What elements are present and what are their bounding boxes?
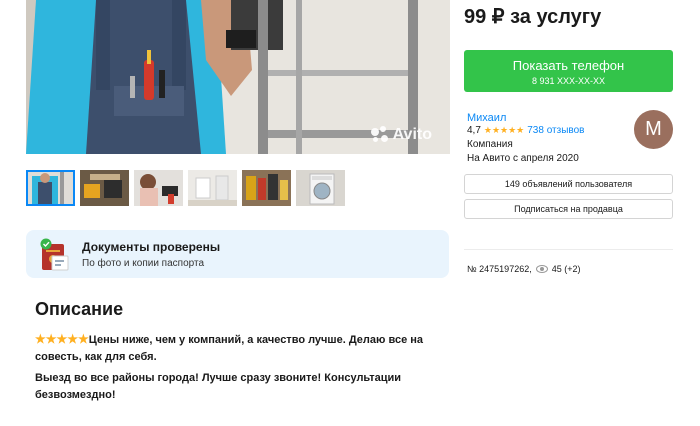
show-phone-button[interactable]: Показать телефон 8 931 XXX-XX-XX [464, 50, 673, 92]
main-photo[interactable]: Avito [26, 0, 450, 154]
seller-since: На Авито с апреля 2020 [467, 153, 579, 164]
show-phone-label: Показать телефон [512, 58, 625, 73]
thumbnail-6[interactable] [296, 170, 345, 206]
stars-rating-icon: ★★★★★ [35, 332, 89, 346]
description-paragraph-1: ★★★★★Цены ниже, чем у компаний, а качест… [35, 331, 435, 366]
divider [464, 249, 673, 250]
reviews-link[interactable]: 738 отзывов [527, 125, 584, 136]
ad-meta: № 2475197262, 45 (+2) [467, 264, 581, 274]
phone-masked: 8 931 XXX-XX-XX [531, 76, 606, 86]
seller-name-link[interactable]: Михаил [467, 112, 506, 124]
avatar[interactable]: М [634, 110, 673, 149]
thumbnail-5[interactable] [242, 170, 291, 206]
description-text-1: Цены ниже, чем у компаний, а качество лу… [35, 334, 424, 363]
rating-value: 4,7 [467, 125, 481, 136]
rating-stars-icon: ★★★★★ [483, 125, 525, 135]
price: 99 ₽ за услугу [464, 6, 602, 28]
avito-watermark: Avito [370, 126, 432, 144]
seller-rating: 4,7 ★★★★★ 738 отзывов [467, 125, 584, 136]
ad-number: № 2475197262, [467, 264, 532, 274]
thumbnail-2[interactable] [80, 170, 129, 206]
docs-title: Документы проверены [82, 239, 221, 254]
subscribe-seller-button[interactable]: Подписаться на продавца [464, 199, 673, 219]
thumbnail-3[interactable] [134, 170, 183, 206]
thumbnail-strip [26, 170, 345, 206]
seller-type: Компания [467, 139, 513, 150]
passport-check-icon [40, 238, 70, 271]
thumbnail-1[interactable] [26, 170, 75, 206]
user-ads-button[interactable]: 149 объявлений пользователя [464, 174, 673, 194]
docs-subtitle: По фото и копии паспорта [82, 257, 205, 269]
thumbnail-4[interactable] [188, 170, 237, 206]
avito-logo-icon [370, 126, 389, 144]
eye-icon [535, 265, 548, 273]
description-paragraph-2: Выезд во все районы города! Лучше сразу … [35, 372, 402, 401]
views-count: 45 (+2) [551, 264, 581, 274]
documents-verified-banner: Документы проверены По фото и копии пасп… [26, 230, 449, 278]
watermark-text: Avito [392, 126, 432, 143]
description-heading: Описание [35, 299, 124, 319]
